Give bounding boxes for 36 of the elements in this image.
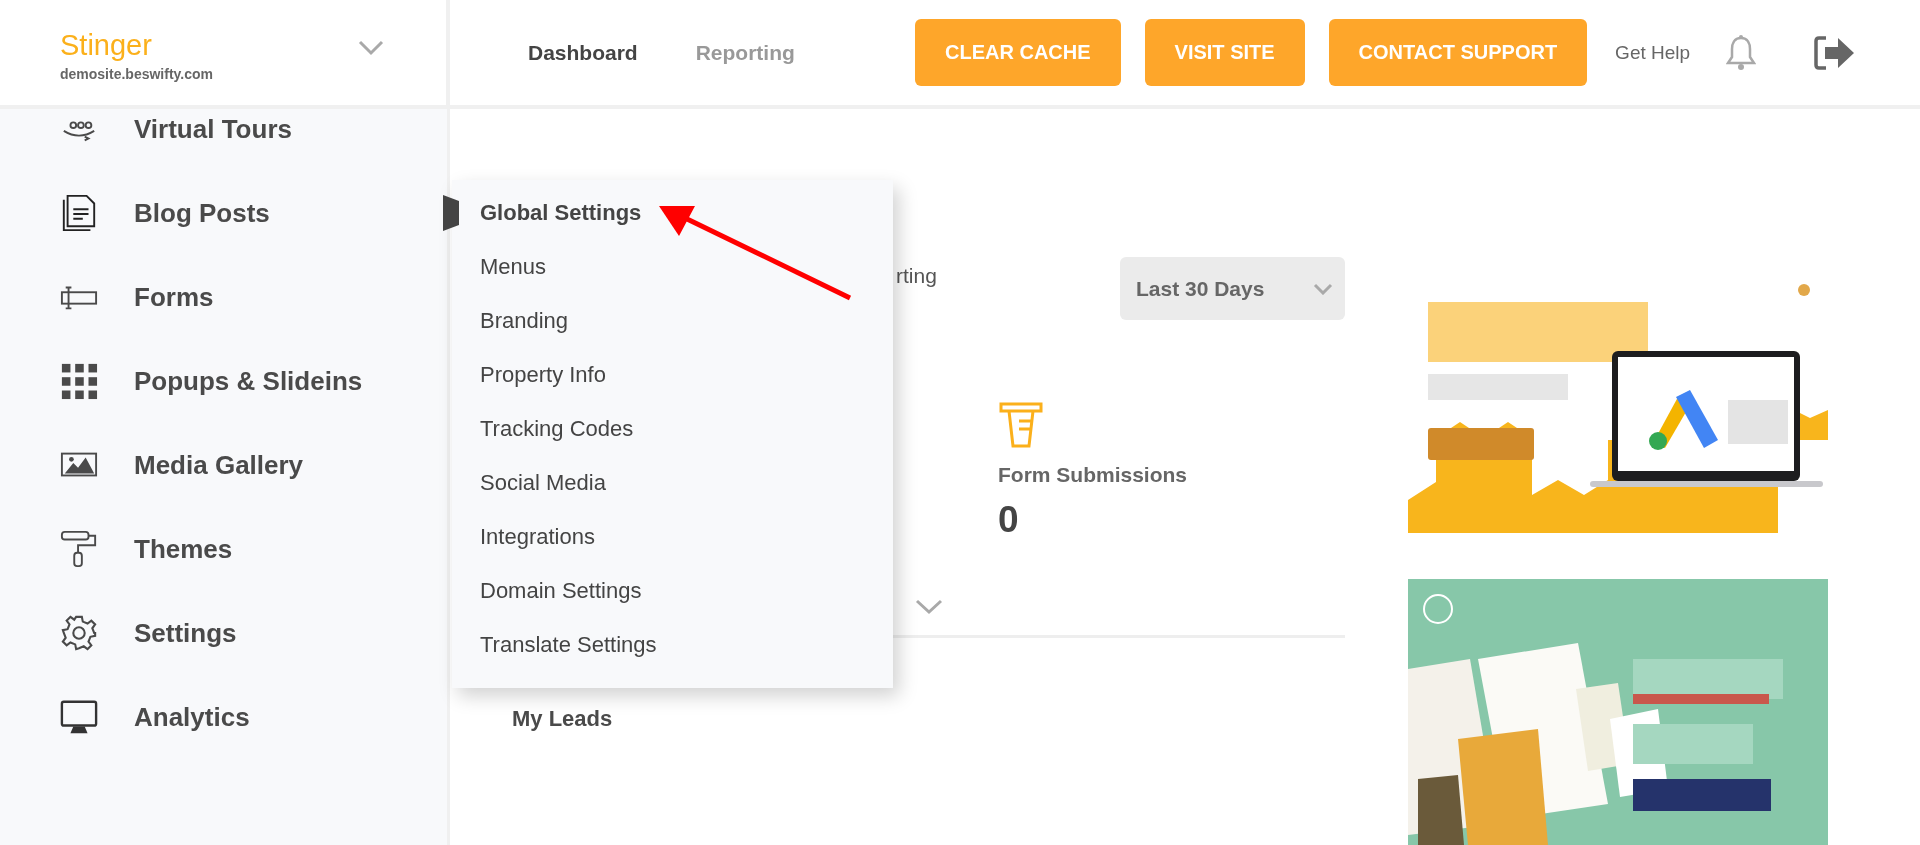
funnel-icon — [998, 401, 1044, 449]
submenu-item[interactable]: Domain Settings — [461, 564, 646, 618]
sidebar-item[interactable]: Blog Posts — [0, 171, 447, 255]
site-name: Stinger — [60, 29, 153, 62]
stat-value: 0 — [998, 499, 1019, 541]
bell-icon[interactable] — [1726, 34, 1757, 71]
stat-label: Form Submissions — [998, 463, 1188, 487]
chevron-down-icon[interactable] — [915, 599, 943, 615]
report-text: rting — [896, 263, 937, 288]
submenu-item[interactable]: Menus — [461, 240, 551, 294]
submenu-item[interactable]: Social Media — [461, 456, 610, 510]
date-range-select[interactable]: Last 30 Days — [1120, 257, 1345, 320]
section-title: My Leads — [512, 706, 614, 732]
sidebar-item[interactable]: Forms — [0, 255, 447, 339]
submenu-item[interactable]: Property Info — [461, 348, 610, 402]
sidebar-item[interactable]: Themes — [0, 507, 447, 591]
document-icon — [60, 193, 98, 233]
sidebar-item[interactable]: Settings — [0, 591, 447, 675]
submenu-item[interactable]: Integrations — [461, 510, 599, 564]
active-marker-icon — [443, 195, 459, 231]
sidebar-item[interactable]: Analytics — [0, 675, 447, 759]
submenu-item[interactable]: Tracking Codes — [461, 402, 638, 456]
sidebar-item[interactable]: Media Gallery — [0, 423, 447, 507]
chevron-down-icon[interactable] — [358, 39, 384, 56]
settings-icon — [60, 613, 98, 653]
sidebar-item[interactable]: Virtual Tours — [0, 109, 447, 149]
site-domain: demosite.beswifty.com — [60, 66, 213, 82]
help-link[interactable]: Get Help — [1615, 41, 1691, 64]
submenu-item[interactable]: Global Settings — [461, 186, 646, 240]
submenu-item[interactable]: Branding — [461, 294, 573, 348]
sidebar-item[interactable]: Popups & Slideins — [0, 339, 447, 423]
grid-icon — [60, 361, 98, 401]
chevron-down-icon — [1313, 282, 1333, 295]
paint-roller-icon — [60, 529, 98, 569]
nav-tab[interactable]: Dashboard — [528, 40, 638, 65]
submenu-item[interactable]: Translate Settings — [461, 618, 661, 672]
